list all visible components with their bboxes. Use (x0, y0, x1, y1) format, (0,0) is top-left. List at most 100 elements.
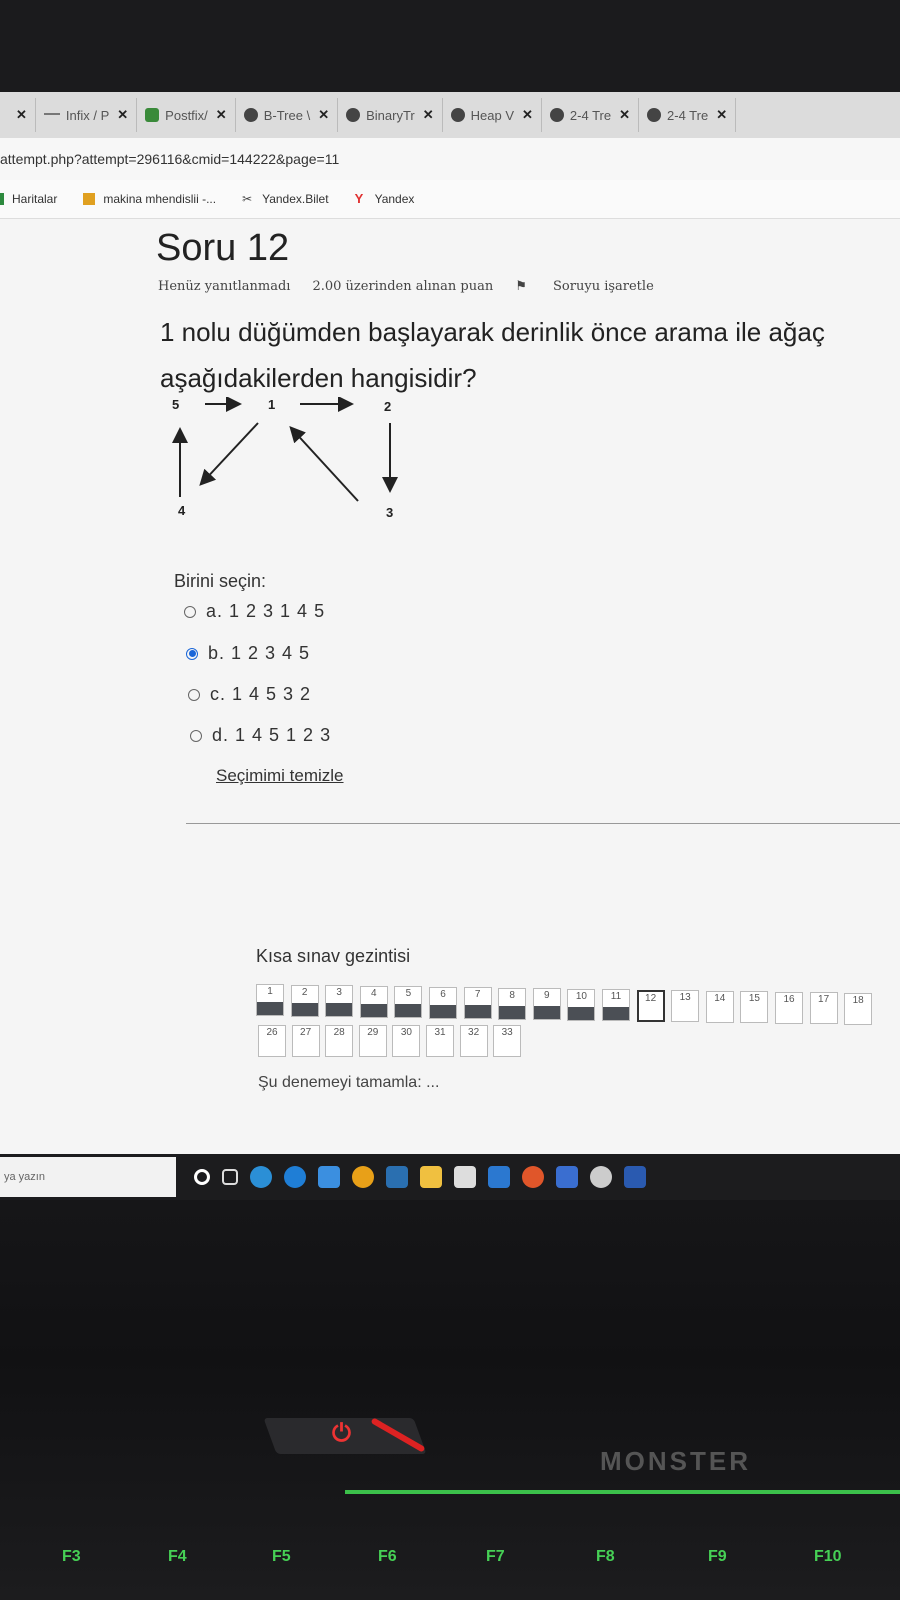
word-icon[interactable] (624, 1166, 646, 1188)
app-icon[interactable] (522, 1166, 544, 1188)
line-icon (43, 113, 60, 117)
edge-icon[interactable] (284, 1166, 306, 1188)
close-icon[interactable]: ✕ (619, 107, 630, 123)
quiz-nav-button[interactable]: 9 (532, 988, 561, 1020)
close-icon[interactable]: ✕ (423, 107, 434, 123)
quiz-nav-button[interactable]: 17 (809, 992, 838, 1024)
quiz-nav-number: 26 (266, 1027, 278, 1038)
quiz-nav-button[interactable]: 29 (358, 1025, 387, 1057)
quiz-nav-button[interactable]: 12 (636, 989, 665, 1022)
quiz-nav-button[interactable]: 8 (498, 987, 527, 1020)
app-icon[interactable] (386, 1166, 408, 1188)
option-d[interactable]: d. 1 4 5 1 2 3 (190, 725, 331, 746)
quiz-nav-button[interactable]: 7 (463, 987, 492, 1019)
radio-button[interactable] (188, 688, 200, 701)
bookmark-label: Haritalar (12, 192, 58, 206)
music-icon[interactable] (590, 1166, 612, 1188)
option-c[interactable]: c. 1 4 5 3 2 (188, 684, 311, 705)
bookmark-yandex-bilet[interactable]: ✂ Yandex.Bilet (242, 192, 329, 206)
brand-logo: MONSTER (600, 1446, 751, 1476)
quiz-navigation-title: Kısa sınav gezintisi (256, 946, 411, 966)
quiz-nav-button[interactable]: 2 (290, 984, 319, 1017)
quiz-nav-button[interactable]: 15 (740, 991, 769, 1023)
cortana-icon[interactable] (194, 1169, 210, 1185)
radio-button-selected[interactable] (186, 647, 198, 660)
mail-icon[interactable] (488, 1166, 510, 1188)
store-icon[interactable] (454, 1166, 476, 1188)
close-icon[interactable]: ✕ (522, 107, 533, 123)
question-text: 1 nolu düğümden başlayarak derinlik önce… (160, 309, 825, 401)
graph-diagram: 5 1 2 4 3 (172, 397, 398, 520)
tab-24tree-1[interactable]: 2-4 Tre ✕ (542, 98, 640, 132)
quiz-nav-number: 32 (468, 1027, 480, 1038)
option-label: a. 1 2 3 1 4 5 (206, 601, 326, 621)
quiz-nav-button[interactable]: 31 (426, 1025, 454, 1057)
quiz-nav-button[interactable]: 16 (775, 991, 803, 1024)
ie-icon[interactable] (250, 1166, 272, 1188)
quiz-nav-button[interactable]: 4 (359, 985, 388, 1018)
quiz-nav-button[interactable]: 6 (429, 986, 457, 1019)
radio-button[interactable] (184, 605, 196, 618)
quiz-nav-button[interactable]: 28 (325, 1025, 354, 1057)
clear-selection-link[interactable]: Seçimimi temizle (216, 766, 344, 786)
option-b[interactable]: b. 1 2 3 4 5 (186, 643, 310, 664)
quiz-nav-button[interactable]: 18 (844, 992, 873, 1025)
quiz-nav-number: 27 (300, 1027, 312, 1038)
quiz-nav-button[interactable]: 1 (256, 984, 284, 1016)
bookmark-makina[interactable]: makina mhendislii -... (83, 192, 216, 206)
quiz-nav-button[interactable]: 33 (493, 1025, 522, 1057)
app-icon[interactable] (556, 1166, 578, 1188)
quiz-nav-button[interactable]: 10 (567, 988, 596, 1021)
quiz-nav-button[interactable]: 27 (291, 1025, 320, 1057)
globe-icon (647, 108, 662, 122)
quiz-nav-button[interactable]: 32 (459, 1025, 488, 1057)
power-icon[interactable]: ⏻ (332, 1420, 351, 1448)
bookmark-maps[interactable]: Haritalar (0, 192, 57, 206)
key-f9: F9 (708, 1548, 727, 1565)
tab-binarytree[interactable]: BinaryTr ✕ (338, 98, 443, 132)
option-a[interactable]: a. 1 2 3 1 4 5 (184, 601, 325, 622)
quiz-nav-button[interactable]: 14 (705, 990, 734, 1023)
app-icon[interactable] (318, 1166, 340, 1188)
tab-24tree-2[interactable]: 2-4 Tre ✕ (639, 98, 737, 132)
quiz-nav-button[interactable]: 13 (671, 990, 700, 1022)
key-f8: F8 (596, 1548, 615, 1565)
close-icon[interactable]: ✕ (716, 107, 727, 123)
tab-label: Heap V (470, 107, 515, 123)
tab-btree[interactable]: B-Tree \ ✕ (236, 98, 339, 132)
close-icon[interactable]: ✕ (216, 107, 227, 123)
key-f10: F10 (814, 1548, 842, 1565)
tab-infix[interactable]: Infix / P ✕ (36, 98, 138, 132)
flag-question-link[interactable]: ⚑ Soruyu işaretle (515, 279, 676, 294)
tab-close-partial[interactable]: ✕ (0, 98, 36, 132)
close-icon[interactable]: ✕ (16, 107, 27, 123)
address-bar[interactable]: attempt.php?attempt=296116&cmid=144222&p… (0, 138, 900, 180)
finish-attempt-link[interactable]: Şu denemeyi tamamla: ... (258, 1074, 439, 1092)
tab-label: Postfix/ (165, 107, 208, 123)
quiz-nav-number: 12 (645, 992, 657, 1004)
tab-postfix[interactable]: Postfix/ ✕ (137, 98, 236, 132)
quiz-nav-number: 4 (371, 987, 377, 999)
chrome-icon[interactable] (352, 1166, 374, 1188)
close-icon[interactable]: ✕ (318, 107, 329, 123)
quiz-nav-button[interactable]: 3 (325, 985, 354, 1017)
graph-node-1: 1 (268, 397, 275, 412)
quiz-nav-button[interactable]: 11 (602, 989, 630, 1021)
option-label: b. 1 2 3 4 5 (208, 643, 311, 663)
folder-icon[interactable] (420, 1166, 442, 1188)
close-icon[interactable]: ✕ (117, 107, 128, 123)
quiz-nav-button[interactable]: 5 (394, 986, 423, 1018)
quiz-nav-button[interactable]: 30 (392, 1025, 421, 1057)
taskbar-search[interactable]: ya yazın (0, 1157, 176, 1197)
bookmark-yandex[interactable]: Y Yandex (355, 192, 415, 206)
task-view-icon[interactable] (222, 1169, 238, 1185)
quiz-nav-number: 30 (400, 1027, 412, 1038)
key-f4: F4 (168, 1548, 187, 1565)
quiz-nav-number: 13 (679, 992, 691, 1003)
quiz-nav-number: 9 (544, 990, 550, 1001)
tab-heap[interactable]: Heap V ✕ (443, 98, 542, 132)
radio-button[interactable] (190, 729, 202, 742)
globe-icon (549, 108, 564, 122)
question-text-line: 1 nolu düğümden başlayarak derinlik önce… (160, 317, 825, 347)
quiz-nav-button[interactable]: 26 (258, 1025, 286, 1057)
